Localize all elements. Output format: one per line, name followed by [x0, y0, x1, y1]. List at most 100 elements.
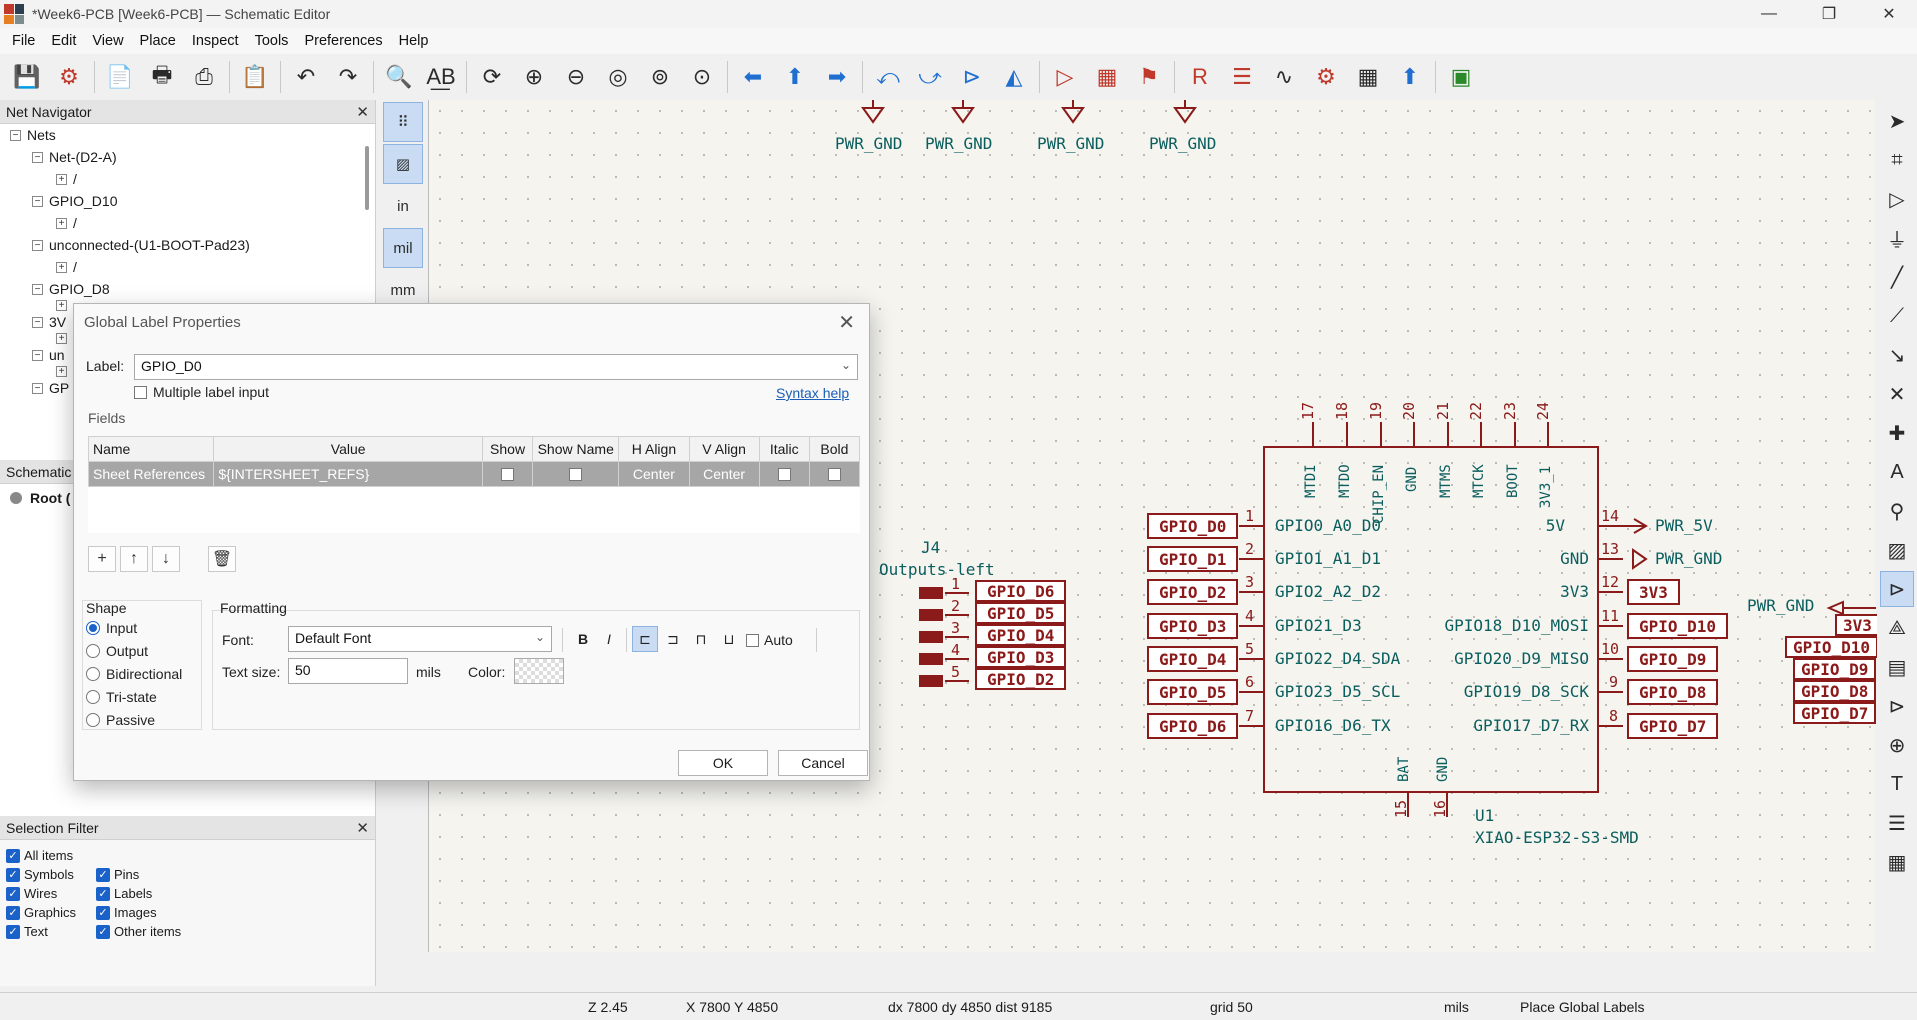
schematic-setup-icon[interactable]: ⚙ [51, 59, 87, 95]
tree-row-net[interactable]: − GPIO_D8 [10, 278, 375, 300]
filter-labels[interactable]: ✓ Labels [96, 886, 216, 901]
navigate-up-icon[interactable]: ⬆ [777, 59, 813, 95]
expand-icon[interactable]: + [56, 173, 67, 185]
redo-icon[interactable]: ↷ [330, 59, 366, 95]
zoom-fit-icon[interactable]: ◎ [600, 59, 636, 95]
collapse-icon[interactable]: − [32, 195, 43, 207]
orient-down-icon[interactable]: ⊔ [716, 626, 742, 652]
global-label[interactable]: GPIO_D6 [1147, 713, 1239, 739]
italic-icon[interactable]: I [596, 626, 622, 652]
expand-icon[interactable]: + [56, 333, 67, 344]
erc-icon[interactable]: R [1182, 59, 1218, 95]
expand-icon[interactable]: + [56, 217, 67, 229]
cancel-button[interactable]: Cancel [778, 750, 868, 776]
checkbox-checked-icon[interactable]: ✓ [6, 905, 20, 920]
global-label[interactable]: GPIO_D7 [1793, 702, 1877, 724]
h-align-cell[interactable]: Center [618, 461, 690, 487]
checkbox-checked-icon[interactable]: ✓ [96, 905, 110, 920]
show-cell[interactable] [481, 461, 534, 487]
multiple-label-input-option[interactable]: Multiple label input [134, 384, 269, 400]
filter-text[interactable]: ✓ Text [6, 924, 96, 939]
label-combo-box[interactable]: GPIO_D0 ⌄ [134, 354, 858, 380]
chevron-down-icon[interactable]: ⌄ [535, 630, 545, 644]
ok-button[interactable]: OK [678, 750, 768, 776]
filter-images[interactable]: ✓ Images [96, 905, 216, 920]
expand-icon[interactable]: + [56, 366, 67, 377]
auto-orientation-option[interactable]: Auto [746, 632, 793, 648]
hierarchical-sheet-icon[interactable]: ▤ [1880, 649, 1914, 685]
checkbox-unchecked-icon[interactable] [501, 468, 515, 481]
orient-right-icon[interactable]: ⊏ [632, 626, 658, 652]
global-label[interactable]: GPIO_D5 [975, 602, 1067, 624]
bom-table-icon[interactable]: ▦ [1350, 59, 1386, 95]
menu-preferences[interactable]: Preferences [296, 33, 390, 49]
rotate-ccw-icon[interactable]: ⤺ [870, 59, 906, 95]
col-value[interactable]: Value [213, 436, 483, 462]
annotate-icon[interactable]: ⚑ [1131, 59, 1167, 95]
shape-tristate-radio[interactable]: Tri-state [86, 689, 157, 705]
symbol-browser-icon[interactable]: ▦ [1089, 59, 1125, 95]
syntax-help-link[interactable]: Syntax help [776, 385, 849, 401]
sheet-pin-icon[interactable]: ⊳ [1880, 688, 1914, 724]
global-label[interactable]: GPIO_D7 [1627, 713, 1719, 739]
font-select[interactable]: Default Font ⌄ [288, 626, 552, 652]
global-label[interactable]: GPIO_D9 [1627, 646, 1719, 672]
text-size-input[interactable]: 50 [288, 658, 408, 684]
select-pointer-icon[interactable]: ➤ [1880, 103, 1914, 139]
menu-tools[interactable]: Tools [247, 33, 297, 49]
power-label[interactable]: PWR_5V [1655, 516, 1713, 535]
net-class-directive-icon[interactable]: ⚲ [1880, 493, 1914, 529]
highlight-net-icon[interactable]: ⌗ [1880, 142, 1914, 178]
radio-icon[interactable] [86, 713, 100, 727]
print-icon[interactable]: 🖶 [144, 59, 180, 95]
radio-icon[interactable] [86, 644, 100, 658]
paste-icon[interactable]: 📋 [237, 59, 273, 95]
expand-icon[interactable]: + [56, 300, 67, 311]
add-table-icon[interactable]: ▦ [1880, 844, 1914, 880]
filter-pins[interactable]: ✓ Pins [96, 867, 216, 882]
menu-inspect[interactable]: Inspect [184, 33, 247, 49]
tree-row-sheet[interactable]: + / [10, 168, 375, 190]
zoom-objects-icon[interactable]: ⊚ [642, 59, 678, 95]
add-text-icon[interactable]: T [1880, 766, 1914, 802]
no-connect-icon[interactable]: ✕ [1880, 376, 1914, 412]
show-name-cell[interactable] [532, 461, 620, 487]
orient-up-icon[interactable]: ⊓ [688, 626, 714, 652]
global-label[interactable]: GPIO_D10 [1627, 613, 1729, 639]
menu-file[interactable]: File [4, 33, 43, 49]
col-show-name[interactable]: Show Name [532, 436, 620, 462]
col-show[interactable]: Show [481, 436, 534, 462]
save-icon[interactable]: 💾 [9, 59, 45, 95]
menu-help[interactable]: Help [391, 33, 437, 49]
add-wire-icon[interactable]: ╱ [1880, 259, 1914, 295]
connector-reference[interactable]: J4 [921, 538, 940, 557]
move-up-button[interactable]: ↑ [120, 546, 148, 572]
shape-passive-radio[interactable]: Passive [86, 712, 155, 728]
menu-place[interactable]: Place [132, 33, 184, 49]
grid-overrides-icon[interactable]: ▨ [383, 144, 423, 184]
connector-value[interactable]: Outputs-left [879, 560, 995, 579]
junction-icon[interactable]: ✚ [1880, 415, 1914, 451]
rule-area-icon[interactable]: ▨ [1880, 532, 1914, 568]
move-down-button[interactable]: ↓ [152, 546, 180, 572]
refresh-icon[interactable]: ⟳ [474, 59, 510, 95]
tree-row-net[interactable]: − GPIO_D10 [10, 190, 375, 212]
tree-row-net[interactable]: − Net-(D2-A) [10, 146, 375, 168]
shape-bidirectional-radio[interactable]: Bidirectional [86, 666, 182, 682]
global-label[interactable]: GPIO_D10 [1785, 636, 1879, 658]
orient-left-icon[interactable]: ⊐ [660, 626, 686, 652]
global-label[interactable]: 3V3 [1627, 579, 1680, 605]
power-label[interactable]: PWR_GND [835, 134, 902, 153]
grid-dots-icon[interactable]: ⠿ [383, 102, 423, 142]
color-swatch[interactable] [514, 658, 564, 684]
col-v-align[interactable]: V Align [688, 436, 760, 462]
find-replace-icon[interactable]: A͟B [423, 59, 459, 95]
filter-other-items[interactable]: ✓ Other items [96, 924, 216, 939]
global-label[interactable]: GPIO_D1 [1147, 546, 1239, 572]
filter-symbols[interactable]: ✓ Symbols [6, 867, 96, 882]
bold-cell[interactable] [808, 461, 861, 487]
radio-selected-icon[interactable] [86, 621, 100, 635]
collapse-icon[interactable]: − [32, 283, 43, 295]
find-icon[interactable]: 🔍 [381, 59, 417, 95]
checkbox-checked-icon[interactable]: ✓ [96, 886, 110, 901]
